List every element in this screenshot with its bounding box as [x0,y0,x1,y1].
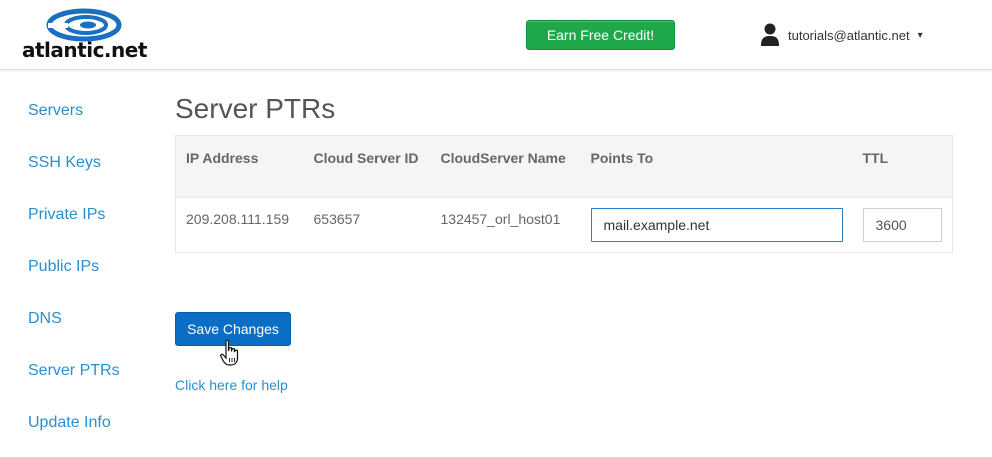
cell-cloudserver-name: 132457_orl_host01 [440,211,561,227]
logo-text: atlantic.net [22,38,147,62]
column-header-points-to: Points To [580,135,853,198]
page-title: Server PTRs [175,93,336,124]
user-menu[interactable]: tutorials@atlantic.net ▾ [760,23,923,47]
table-header-row: IP Address Cloud Server ID CloudServer N… [175,135,953,198]
sidebar-item-private-ips[interactable]: Private IPs [28,204,158,256]
sidebar-item-public-ips[interactable]: Public IPs [28,256,158,308]
sidebar-item-update-info[interactable]: Update Info [28,412,158,457]
column-header-ttl: TTL [852,135,953,198]
cell-ip-address: 209.208.111.159 [186,211,290,227]
column-header-cloud-server-id: Cloud Server ID [303,135,431,198]
sidebar-nav: Servers SSH Keys Private IPs Public IPs … [28,100,158,457]
table-row: 209.208.111.159 653657 132457_orl_host01 [176,198,953,253]
sidebar-item-servers[interactable]: Servers [28,100,158,152]
logo-swirl-icon [46,8,122,42]
cell-cloud-server-id: 653657 [313,211,361,227]
sidebar-item-server-ptrs[interactable]: Server PTRs [28,360,158,412]
user-icon [761,23,779,46]
points-to-input[interactable] [590,208,843,242]
cell-ttl [853,198,953,253]
chevron-down-icon[interactable]: ▾ [918,30,923,41]
sidebar-item-dns[interactable]: DNS [28,308,158,360]
user-email: tutorials@atlantic.net [788,27,910,43]
column-header-ip-address: IP Address [175,135,304,198]
sidebar-item-ssh-keys[interactable]: SSH Keys [28,152,158,204]
ttl-input[interactable] [862,208,942,242]
column-header-cloudserver-name: CloudServer Name [430,135,581,198]
atlantic-logo[interactable]: atlantic.net [22,8,147,64]
cell-points-to [581,198,853,253]
help-link[interactable]: Click here for help [175,377,288,393]
earn-free-credit-button[interactable]: Earn Free Credit! [526,20,675,50]
server-ptr-table: IP Address Cloud Server ID CloudServer N… [175,135,953,253]
top-header: atlantic.net Earn Free Credit! tutorials… [0,0,992,70]
hand-cursor-icon [220,339,239,366]
